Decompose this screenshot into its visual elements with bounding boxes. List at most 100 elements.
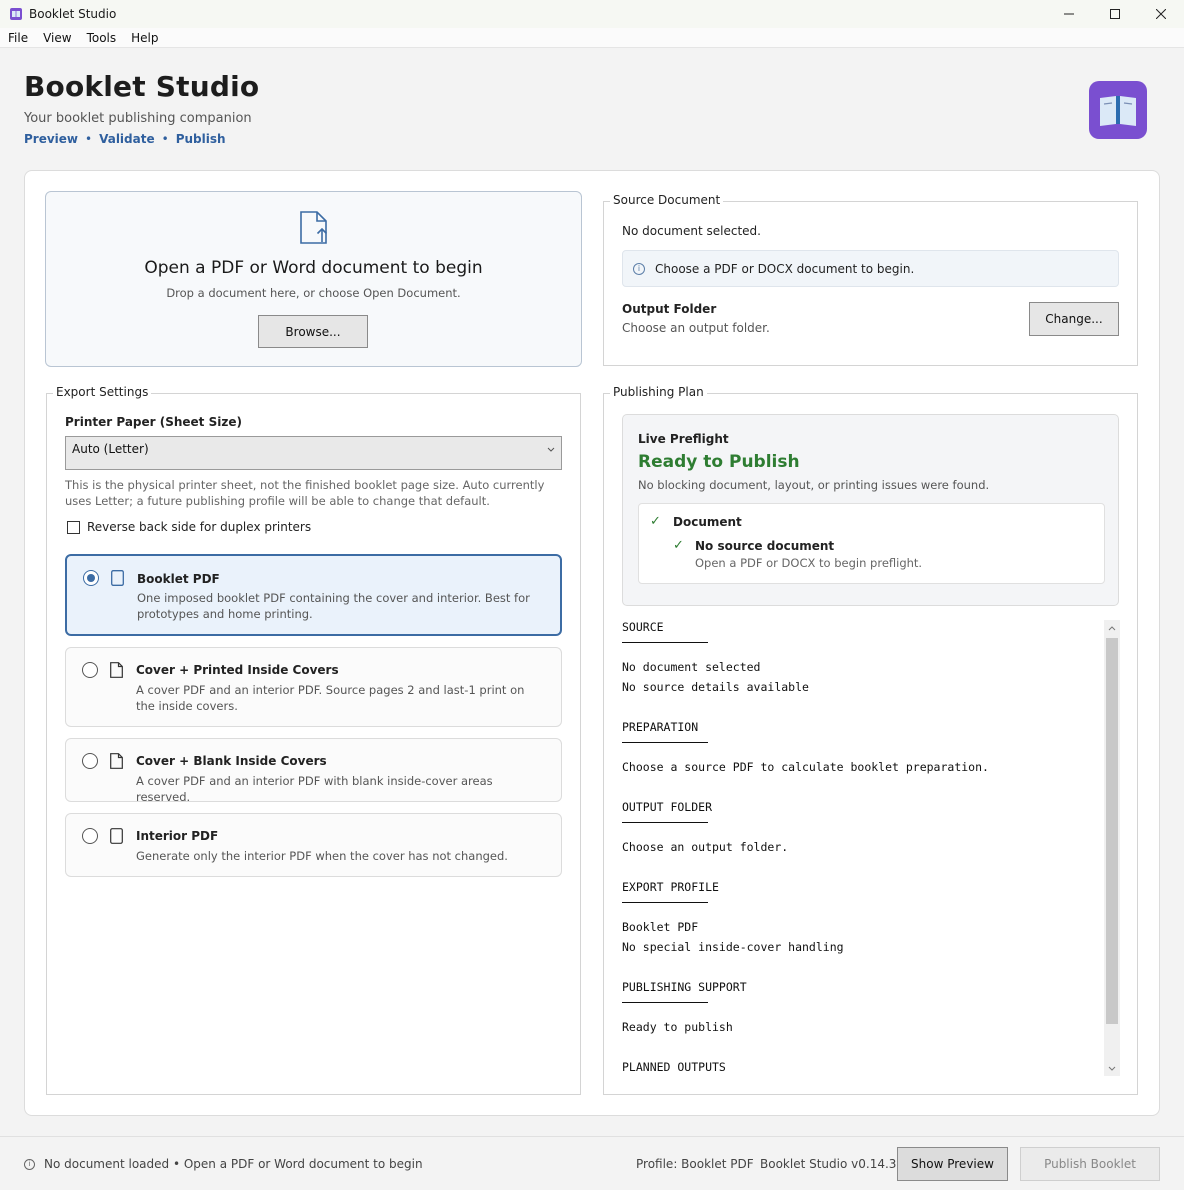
page-icon xyxy=(110,662,123,678)
publish-booklet-button[interactable]: Publish Booklet xyxy=(1020,1147,1160,1181)
plan-line: No document selected xyxy=(622,660,761,674)
source-status: No document selected. xyxy=(622,224,761,238)
status-info: i No document loaded • Open a PDF or Wor… xyxy=(24,1157,423,1171)
page-title: Booklet Studio xyxy=(24,70,260,103)
printer-paper-label: Printer Paper (Sheet Size) xyxy=(65,415,242,429)
plan-details-text: SOURCE No document selected No source de… xyxy=(622,620,1102,1076)
header-links: Preview • Validate • Publish xyxy=(24,132,259,146)
document-drop-zone[interactable]: Open a PDF or Word document to begin Dro… xyxy=(45,191,582,367)
page-icon xyxy=(110,753,123,769)
source-document-legend: Source Document xyxy=(610,193,724,207)
close-icon xyxy=(1156,9,1166,19)
plan-section-preparation: PREPARATION xyxy=(622,720,708,743)
reverse-back-side-row[interactable]: Reverse back side for duplex printers xyxy=(67,520,311,534)
printer-paper-value: Auto (Letter) xyxy=(72,442,149,456)
check-icon: ✓ xyxy=(650,514,661,529)
page-icon xyxy=(111,570,124,586)
menu-tools[interactable]: Tools xyxy=(87,31,117,45)
plan-line: Booklet PDF xyxy=(622,920,699,934)
plan-section-output-folder: OUTPUT FOLDER xyxy=(622,800,712,823)
source-document-group: Source Document No document selected. i … xyxy=(603,193,1138,366)
preflight-checks: ✓ Document ✓ No source document Open a P… xyxy=(638,503,1105,584)
radio-interior-pdf[interactable] xyxy=(82,828,98,844)
plan-section-export-profile: EXPORT PROFILE xyxy=(622,880,719,903)
option-description: Generate only the interior PDF when the … xyxy=(136,849,508,863)
page-subtitle: Your booklet publishing companion xyxy=(24,111,252,126)
source-info-box: i Choose a PDF or DOCX document to begin… xyxy=(622,250,1119,287)
option-title: Booklet PDF xyxy=(137,572,220,586)
scroll-thumb[interactable] xyxy=(1106,638,1118,1024)
reverse-back-side-checkbox[interactable] xyxy=(67,520,80,534)
link-preview[interactable]: Preview xyxy=(24,132,78,146)
option-description: One imposed booklet PDF containing the c… xyxy=(137,591,530,621)
export-settings-group: Export Settings Printer Paper (Sheet Siz… xyxy=(46,385,581,1095)
option-cover-blank-inside[interactable]: Cover + Blank Inside Covers A cover PDF … xyxy=(65,738,562,804)
plan-section-heading: PUBLISHING SUPPORT xyxy=(622,980,747,994)
status-profile: Profile: Booklet PDF xyxy=(636,1157,754,1171)
source-info-text: Choose a PDF or DOCX document to begin. xyxy=(655,261,915,276)
plan-line: No special inside-cover handling xyxy=(622,940,844,954)
page-icon xyxy=(110,828,123,844)
radio-cover-printed-inside[interactable] xyxy=(82,662,98,678)
dropzone-title: Open a PDF or Word document to begin xyxy=(144,258,483,278)
book-icon xyxy=(10,8,22,20)
radio-booklet-pdf[interactable] xyxy=(83,570,99,586)
info-icon: i xyxy=(24,1158,35,1170)
dropzone-subtitle: Drop a document here, or choose Open Doc… xyxy=(166,286,461,300)
link-publish[interactable]: Publish xyxy=(176,132,226,146)
scroll-up-icon[interactable] xyxy=(1104,620,1120,636)
change-output-button[interactable]: Change... xyxy=(1029,302,1119,336)
open-book-icon xyxy=(1100,96,1136,126)
output-folder-label: Output Folder xyxy=(622,302,717,316)
preflight-status: Ready to Publish xyxy=(638,452,800,472)
app-header: Booklet Studio Your booklet publishing c… xyxy=(24,70,259,146)
plan-section-publishing-support: PUBLISHING SUPPORT xyxy=(622,980,747,1003)
preflight-item-detail: Open a PDF or DOCX to begin preflight. xyxy=(695,556,923,570)
plan-section-heading: SOURCE xyxy=(622,620,664,634)
plan-section-heading: PREPARATION xyxy=(622,720,699,734)
publishing-plan-legend: Publishing Plan xyxy=(610,385,707,399)
minimize-button[interactable] xyxy=(1046,0,1092,28)
option-booklet-pdf[interactable]: Booklet PDF One imposed booklet PDF cont… xyxy=(65,554,562,636)
option-description: A cover PDF and an interior PDF. Source … xyxy=(136,683,525,713)
status-version: Booklet Studio v0.14.3 xyxy=(760,1157,897,1171)
link-validate[interactable]: Validate xyxy=(99,132,155,146)
plan-line: No source details available xyxy=(622,680,809,694)
close-button[interactable] xyxy=(1138,0,1184,28)
app-logo xyxy=(1089,81,1147,139)
preflight-summary: No blocking document, layout, or printin… xyxy=(638,478,990,492)
browse-button[interactable]: Browse... xyxy=(258,315,368,348)
preflight-label: Live Preflight xyxy=(638,432,729,446)
option-description: A cover PDF and an interior PDF with bla… xyxy=(136,774,493,804)
printer-paper-select[interactable]: Auto (Letter) xyxy=(65,436,562,470)
maximize-icon xyxy=(1110,9,1120,19)
plan-line: Ready to publish xyxy=(622,1020,733,1034)
plan-section-heading: EXPORT PROFILE xyxy=(622,880,719,894)
link-separator: • xyxy=(161,132,169,146)
minimize-icon xyxy=(1064,13,1074,15)
menu-bar: File View Tools Help xyxy=(0,28,1184,48)
plan-scrollbar[interactable] xyxy=(1104,620,1120,1076)
link-separator: • xyxy=(85,132,93,146)
option-cover-printed-inside[interactable]: Cover + Printed Inside Covers A cover PD… xyxy=(65,647,562,727)
plan-line: Choose an output folder. xyxy=(622,840,789,854)
output-folder-value: Choose an output folder. xyxy=(622,321,770,335)
plan-section-heading: PLANNED OUTPUTS xyxy=(622,1060,726,1074)
option-interior-pdf[interactable]: Interior PDF Generate only the interior … xyxy=(65,813,562,877)
radio-cover-blank-inside[interactable] xyxy=(82,753,98,769)
status-message: No document loaded • Open a PDF or Word … xyxy=(44,1157,423,1171)
document-upload-icon xyxy=(300,211,328,244)
window-title: Booklet Studio xyxy=(29,7,117,21)
menu-view[interactable]: View xyxy=(43,31,71,45)
maximize-button[interactable] xyxy=(1092,0,1138,28)
printer-paper-help: This is the physical printer sheet, not … xyxy=(65,478,545,508)
option-title: Cover + Printed Inside Covers xyxy=(136,663,339,677)
option-title: Interior PDF xyxy=(136,829,219,843)
plan-section-heading: OUTPUT FOLDER xyxy=(622,800,713,814)
title-bar: Booklet Studio xyxy=(0,0,1184,28)
menu-help[interactable]: Help xyxy=(131,31,158,45)
menu-file[interactable]: File xyxy=(8,31,28,45)
scroll-down-icon[interactable] xyxy=(1104,1060,1120,1076)
publishing-plan-group: Publishing Plan Live Preflight Ready to … xyxy=(603,385,1138,1095)
show-preview-button[interactable]: Show Preview xyxy=(897,1147,1008,1181)
